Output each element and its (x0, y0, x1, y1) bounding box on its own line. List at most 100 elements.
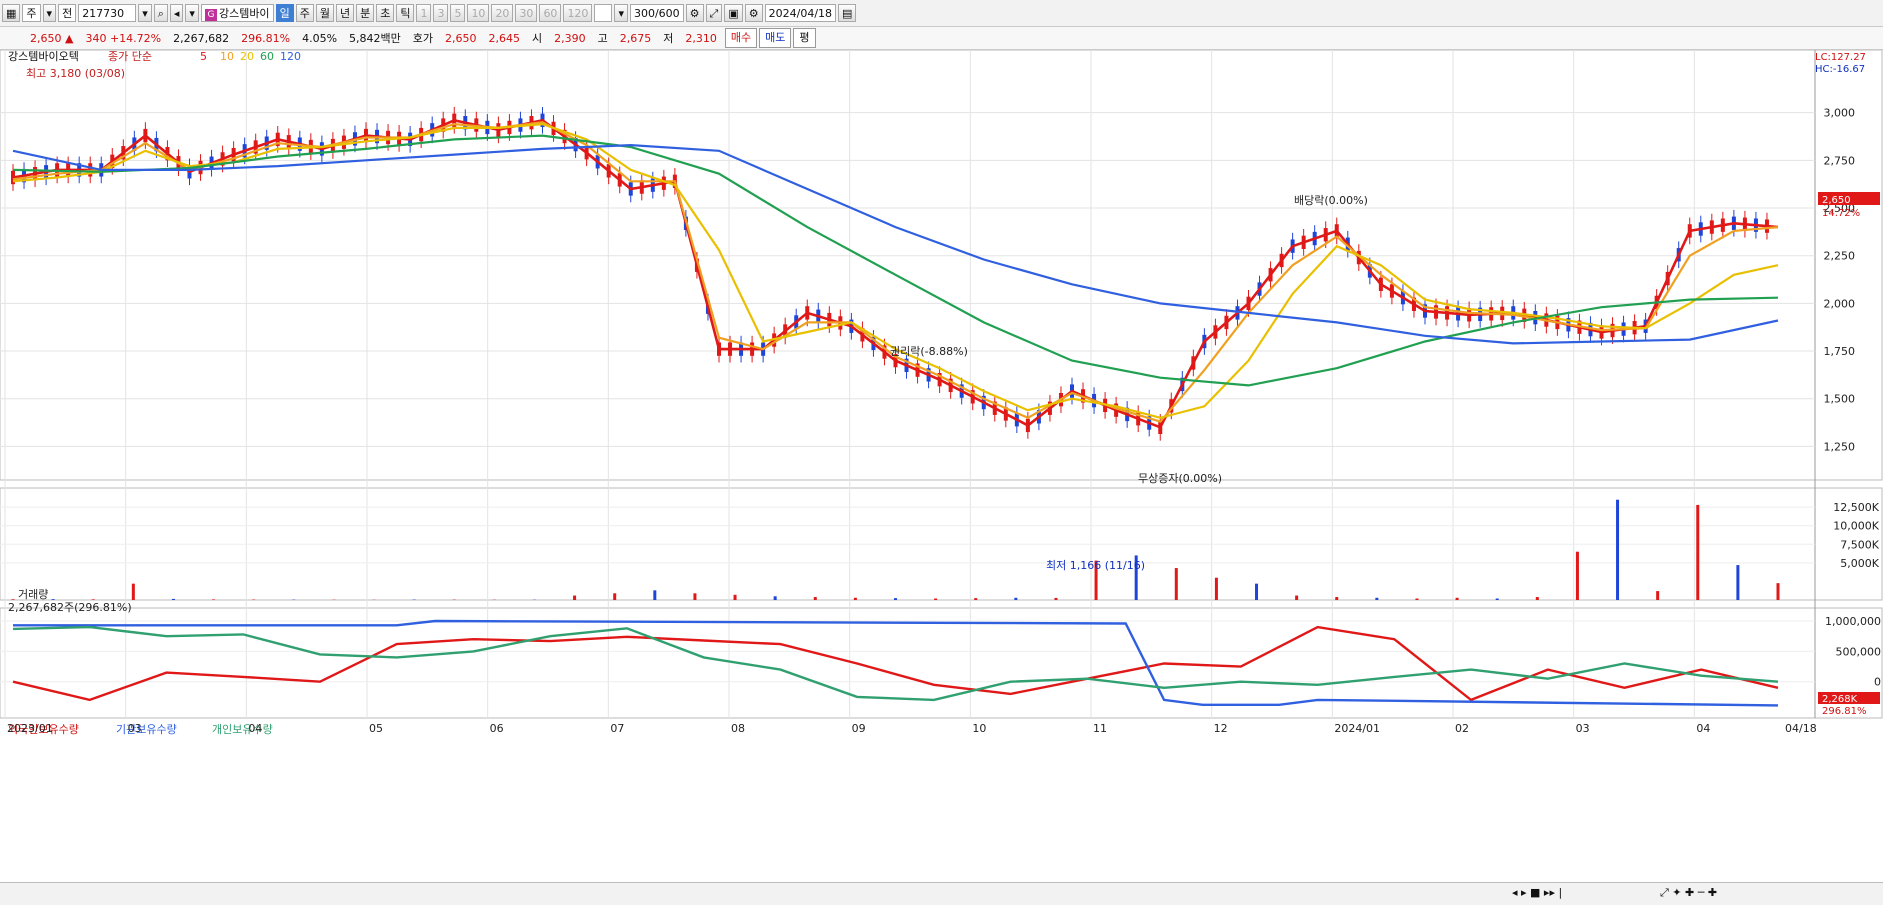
count-field[interactable]: 300/600 (630, 4, 684, 22)
panel-border-0 (0, 50, 1882, 480)
stock-badge-icon: G (205, 9, 217, 21)
holding-tick-label: 500,000 (1836, 645, 1882, 658)
volume-bar (1736, 565, 1739, 600)
code-dropdown-icon[interactable]: ▾ (138, 4, 152, 22)
price-tick-label: 2,750 (1824, 154, 1856, 167)
chart-text: 강스템바이오텍 종가 단순 최고 3,180 (03/08) 최저 1,166 … (8, 50, 1866, 736)
speaker-icon[interactable]: ◂ (170, 4, 184, 22)
eval-button[interactable]: 평 (793, 28, 815, 48)
volume-bar (1255, 584, 1258, 600)
date-field[interactable]: 2024/04/18 (765, 4, 836, 22)
stock-chart[interactable]: 강스템바이오텍 종가 단순 최고 3,180 (03/08) 최저 1,166 … (0, 50, 1883, 882)
period-button-0[interactable]: 일 (276, 4, 294, 22)
volume-bar (774, 596, 777, 600)
grid-icon[interactable]: ▦ (2, 4, 20, 22)
x-tick-label: 2023/01 (7, 722, 53, 735)
axes: 2023/01030405060708091011122024/01020304… (7, 107, 1881, 735)
chart-mode[interactable]: 전 (58, 4, 76, 22)
current-price: 2,650 ▲ (0, 32, 79, 45)
search-icon[interactable]: ⌕ (154, 4, 168, 22)
period-button-1[interactable]: 주 (296, 4, 314, 22)
gear-icon[interactable]: ⚙ (745, 4, 763, 22)
volume-bar (1616, 500, 1619, 600)
buy-button[interactable]: 매수 (725, 28, 757, 48)
volume-tag: 2,268K (1822, 694, 1858, 705)
volume-bar (1696, 505, 1699, 600)
ma-legend-20: 20 (240, 50, 254, 63)
volume-bar (212, 599, 215, 600)
price-tick-label: 1,750 (1824, 345, 1856, 358)
ma-legend-120: 120 (280, 50, 301, 63)
volume-bar (52, 599, 55, 600)
scroll-controls[interactable]: ◂ ▸ ■ ▸▸ | (1512, 886, 1562, 899)
ask-label: 호가 (407, 30, 439, 46)
price-tags: 2,650 14.72% 2,268K 296.81% (1818, 192, 1880, 717)
settings-icon[interactable]: ⚙ (686, 4, 704, 22)
expand-icon[interactable]: ⤢ (706, 4, 723, 22)
minute-button-20[interactable]: 20 (491, 4, 513, 22)
minute-button-30[interactable]: 30 (515, 4, 537, 22)
period-button-3[interactable]: 년 (336, 4, 354, 22)
calendar-icon[interactable]: ▤ (838, 4, 856, 22)
volume-pct-tag: 296.81% (1822, 706, 1867, 717)
period-button-6[interactable]: 틱 (396, 4, 414, 22)
change-pct: +14.72% (110, 32, 161, 45)
volume-bar (573, 596, 576, 600)
market-select[interactable]: 주 (22, 4, 40, 22)
minute-input[interactable] (594, 4, 612, 22)
x-tick-label: 12 (1214, 722, 1228, 735)
x-tick-label: 04 (1696, 722, 1710, 735)
holding-tick-label: 1,000,000 (1825, 615, 1881, 628)
minute-dropdown-icon[interactable]: ▾ (614, 4, 628, 22)
price-tick-label: 1,500 (1824, 393, 1856, 406)
minute-button-60[interactable]: 60 (539, 4, 561, 22)
code-input[interactable]: 217730 (78, 4, 136, 22)
x-tick-label: 05 (369, 722, 383, 735)
volume-bar (1014, 598, 1017, 600)
price-tick-label: 3,000 (1824, 107, 1856, 120)
volume-bar (1335, 597, 1338, 600)
minute-button-10[interactable]: 10 (467, 4, 489, 22)
volume-bar (1375, 598, 1378, 600)
holding-line-2 (13, 627, 1778, 700)
zoom-controls[interactable]: ⤢ ✦ ✚ ─ ✚ (1660, 886, 1717, 900)
volume-bar (172, 599, 175, 600)
save-icon[interactable]: ▣ (724, 4, 742, 22)
holding-tick-label: 0 (1874, 676, 1881, 689)
volume-bar (1656, 591, 1659, 600)
minute-button-5[interactable]: 5 (450, 4, 465, 22)
volume-tick-label: 7,500K (1840, 538, 1879, 551)
hc-label: HC:-16.67 (1815, 64, 1865, 75)
volume-bar (613, 593, 616, 600)
volume-bar (934, 599, 937, 600)
minute-button-1[interactable]: 1 (416, 4, 431, 22)
ma-legend-10: 10 (220, 50, 234, 63)
volume-tick-label: 12,500K (1833, 501, 1879, 514)
high-annotation: 최고 3,180 (03/08) (26, 67, 125, 80)
stock-name-label: 강스템바이 (219, 7, 270, 20)
moving-averages (13, 120, 1778, 427)
volume-pct: 296.81% (235, 32, 296, 45)
volume-bar (1175, 568, 1178, 600)
x-tick-label: 08 (731, 722, 745, 735)
period-button-5[interactable]: 초 (376, 4, 394, 22)
volume-bar (653, 590, 656, 600)
volume-value-label: 2,267,682주(296.81%) (8, 601, 132, 614)
nav-dropdown-icon[interactable]: ▾ (185, 4, 199, 22)
volume-bar (814, 597, 817, 600)
period-button-4[interactable]: 분 (356, 4, 374, 22)
sell-button[interactable]: 매도 (759, 28, 791, 48)
x-tick-label: 04/18 (1785, 722, 1817, 735)
minute-button-3[interactable]: 3 (433, 4, 448, 22)
volume-bar (974, 598, 977, 600)
chevron-down-icon[interactable]: ▾ (43, 4, 57, 22)
up-arrow-icon: ▲ (65, 32, 73, 45)
price-change: 340 +14.72% (79, 32, 167, 45)
price-tick-label: 1,250 (1824, 440, 1856, 453)
period-button-2[interactable]: 월 (316, 4, 334, 22)
stock-name[interactable]: G강스템바이 (201, 4, 274, 22)
volume-bar (12, 599, 15, 600)
low-annotation: 최저 1,166 (11/16) (1046, 559, 1145, 572)
low-label: 저 (657, 30, 679, 46)
minute-button-120[interactable]: 120 (563, 4, 592, 22)
